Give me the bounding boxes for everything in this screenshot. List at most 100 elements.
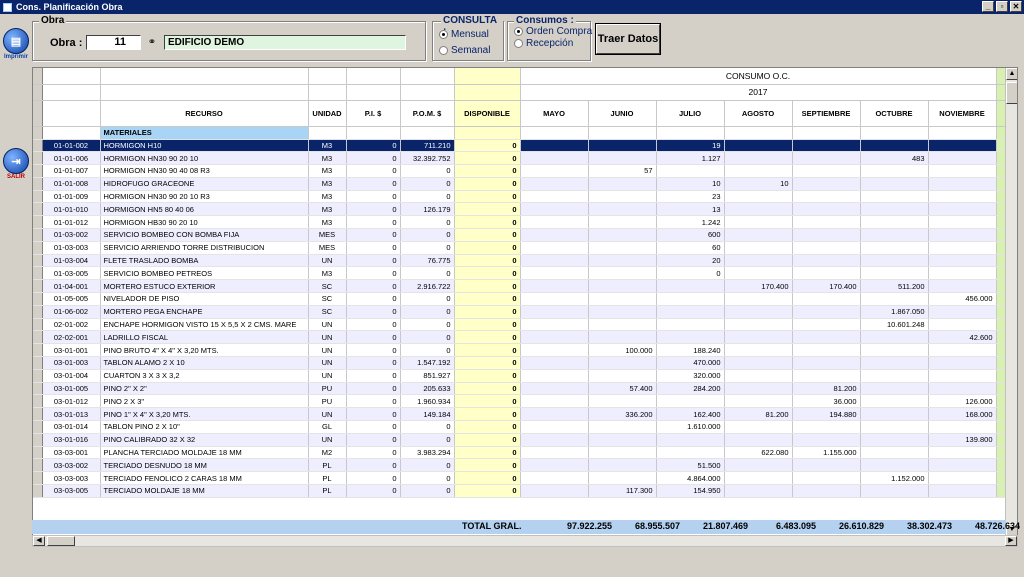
radio-semanal[interactable]: Semanal — [439, 45, 490, 56]
cell-septiembre[interactable] — [792, 266, 861, 281]
cell-julio[interactable]: 1.610.000 — [656, 420, 725, 434]
vertical-scroll-thumb[interactable] — [1006, 82, 1017, 104]
row-indicator[interactable] — [33, 407, 43, 422]
cell-unidad[interactable]: PL — [308, 458, 347, 473]
cell-julio[interactable] — [656, 292, 725, 306]
cell-disponible[interactable]: 0 — [454, 254, 521, 268]
binoculars-icon[interactable]: ⚭ — [144, 35, 160, 50]
row-indicator[interactable] — [33, 151, 43, 166]
table-row[interactable]: 03-01-004 CUARTON 3 X 3 X 3,2 UN 0 851.927 0 3… — [33, 369, 1009, 383]
cell-septiembre[interactable] — [792, 190, 861, 204]
cell-septiembre[interactable] — [792, 420, 861, 434]
cell-agosto[interactable] — [724, 433, 793, 447]
cell-noviembre[interactable] — [928, 458, 997, 473]
cell-recurso[interactable]: HORMIGON HN5 80 40 06 — [100, 202, 309, 217]
cell-pi[interactable]: 0 — [346, 356, 401, 370]
cell-septiembre[interactable] — [792, 177, 861, 191]
cell-disponible[interactable]: 0 — [454, 164, 521, 178]
col-disponible[interactable]: DISPONIBLE — [454, 100, 521, 127]
cell-agosto[interactable] — [724, 420, 793, 434]
cell-agosto[interactable]: 10 — [724, 177, 793, 191]
cell-pi[interactable]: 0 — [346, 202, 401, 217]
scroll-up-arrow-icon[interactable]: ▲ — [1006, 68, 1017, 80]
obra-code-input[interactable]: 11 — [86, 35, 141, 50]
table-row[interactable]: 03-01-012 PINO 2 X 3" PU 0 1.960.934 0 36.000 1… — [33, 394, 1009, 409]
cell-octubre[interactable] — [860, 241, 929, 255]
cell-code[interactable]: 01-05-005 — [42, 292, 101, 306]
table-row[interactable]: 01-04-001 MORTERO ESTUCO EXTERIOR SC 0 2.916… — [33, 279, 1009, 294]
cell-code[interactable]: 03-01-013 — [42, 407, 101, 422]
cell-octubre[interactable] — [860, 177, 929, 191]
cell-octubre[interactable] — [860, 369, 929, 383]
cell-mayo[interactable] — [520, 446, 589, 460]
cell-code[interactable]: 03-01-003 — [42, 356, 101, 370]
row-indicator[interactable] — [33, 266, 43, 281]
cell-recurso[interactable]: TERCIADO FENOLICO 2 CARAS 18 MM — [100, 471, 309, 486]
table-row[interactable]: 01-01-008 HIDROFUGO GRACEONE M3 0 0 0 10 10 — [33, 177, 1009, 191]
cell-recurso[interactable]: CUARTON 3 X 3 X 3,2 — [100, 369, 309, 383]
cell-pom[interactable]: 0 — [400, 343, 455, 358]
row-indicator[interactable] — [33, 446, 43, 460]
cell-pom[interactable]: 0 — [400, 292, 455, 306]
cell-julio[interactable]: 284.200 — [656, 382, 725, 396]
cell-junio[interactable] — [588, 305, 657, 319]
cell-julio[interactable]: 13 — [656, 202, 725, 217]
cell-agosto[interactable] — [724, 151, 793, 166]
cell-unidad[interactable]: M3 — [308, 215, 347, 230]
cell-unidad[interactable]: SC — [308, 292, 347, 306]
cell-pom[interactable]: 0 — [400, 266, 455, 281]
cell-mayo[interactable] — [520, 292, 589, 306]
table-row[interactable]: 03-03-003 TERCIADO FENOLICO 2 CARAS 18 MM… — [33, 471, 1009, 486]
cell-junio[interactable]: 336.200 — [588, 407, 657, 422]
cell-unidad[interactable]: M3 — [308, 139, 347, 153]
cell-julio[interactable]: 1.127 — [656, 151, 725, 166]
cell-junio[interactable] — [588, 202, 657, 217]
table-row[interactable]: 01-01-010 HORMIGON HN5 80 40 06 M3 0 126.179… — [33, 202, 1009, 217]
table-row[interactable]: 03-01-016 PINO CALIBRADO 32 X 32 UN 0 0 0 139.… — [33, 433, 1009, 447]
cell-mayo[interactable] — [520, 254, 589, 268]
table-row[interactable]: 03-01-001 PINO BRUTO 4" X 4" X 3,20 MTS. U… — [33, 343, 1009, 358]
cell-junio[interactable] — [588, 279, 657, 294]
cell-julio[interactable]: 20 — [656, 254, 725, 268]
cell-pom[interactable]: 76.775 — [400, 254, 455, 268]
cell-noviembre[interactable] — [928, 254, 997, 268]
table-row[interactable]: 03-01-003 TABLON ALAMO 2 X 10 UN 0 1.547.192… — [33, 356, 1009, 370]
cell-octubre[interactable] — [860, 484, 929, 498]
cell-junio[interactable] — [588, 241, 657, 255]
table-row[interactable]: 03-01-014 TABLON PINO 2 X 10" GL 0 0 0 1.610.0… — [33, 420, 1009, 434]
cell-recurso[interactable]: ENCHAPE HORMIGON VISTO 15 X 5,5 X 2 CMS.… — [100, 318, 309, 332]
cell-pi[interactable]: 0 — [346, 343, 401, 358]
cell-pi[interactable]: 0 — [346, 330, 401, 345]
cell-mayo[interactable] — [520, 190, 589, 204]
cell-code[interactable]: 03-01-005 — [42, 382, 101, 396]
cell-pom[interactable]: 126.179 — [400, 202, 455, 217]
cell-mayo[interactable] — [520, 394, 589, 409]
cell-pom[interactable]: 0 — [400, 190, 455, 204]
cell-mayo[interactable] — [520, 330, 589, 345]
cell-septiembre[interactable] — [792, 241, 861, 255]
cell-julio[interactable]: 10 — [656, 177, 725, 191]
cell-junio[interactable]: 100.000 — [588, 343, 657, 358]
vertical-scrollbar[interactable]: ▲ ▼ — [1005, 68, 1017, 536]
cell-unidad[interactable]: PU — [308, 382, 347, 396]
cell-junio[interactable] — [588, 228, 657, 242]
table-row[interactable]: 03-01-013 PINO 1" X 4" X 3,20 MTS. UN 0 149.… — [33, 407, 1009, 422]
table-row[interactable]: 03-03-002 TERCIADO DESNUDO 18 MM PL 0 0 0 51.5… — [33, 458, 1009, 473]
row-indicator[interactable] — [33, 318, 43, 332]
cell-octubre[interactable]: 1.152.000 — [860, 471, 929, 486]
cell-pi[interactable]: 0 — [346, 394, 401, 409]
cell-mayo[interactable] — [520, 420, 589, 434]
cell-septiembre[interactable]: 36.000 — [792, 394, 861, 409]
cell-septiembre[interactable] — [792, 458, 861, 473]
cell-pom[interactable]: 2.916.722 — [400, 279, 455, 294]
cell-disponible[interactable]: 0 — [454, 446, 521, 460]
row-indicator[interactable] — [33, 228, 43, 242]
cell-unidad[interactable]: SC — [308, 305, 347, 319]
row-indicator[interactable] — [33, 254, 43, 268]
cell-unidad[interactable]: MES — [308, 228, 347, 242]
cell-agosto[interactable] — [724, 164, 793, 178]
cell-pom[interactable]: 0 — [400, 471, 455, 486]
cell-agosto[interactable] — [724, 266, 793, 281]
cell-recurso[interactable]: PINO 2 X 3" — [100, 394, 309, 409]
cell-junio[interactable] — [588, 356, 657, 370]
